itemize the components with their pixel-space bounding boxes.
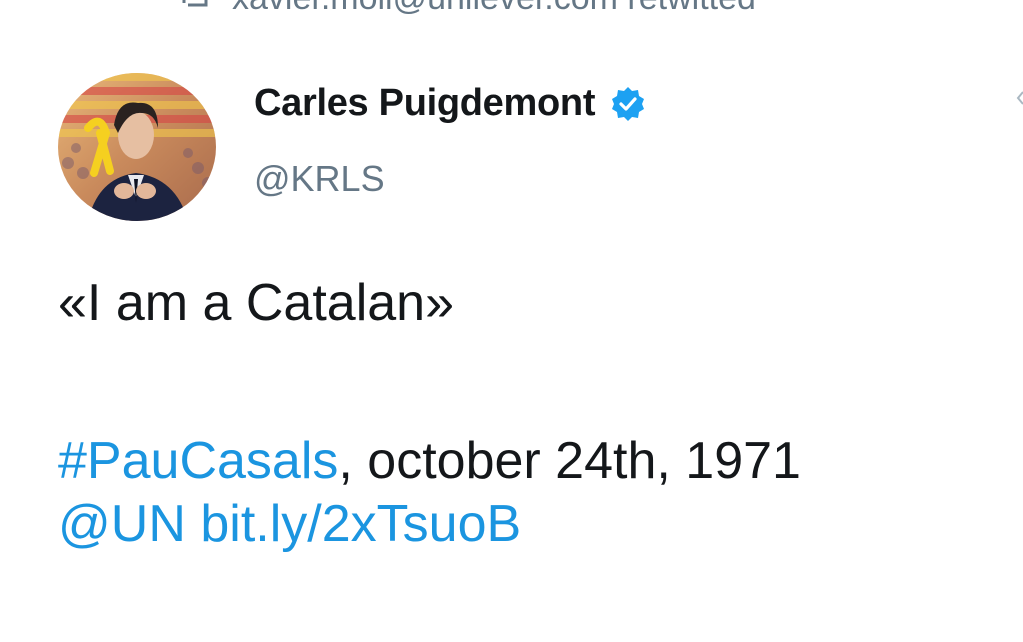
tweet-line-hashtag: #PauCasals, october 24th, 1971: [58, 430, 1008, 492]
retweet-icon: [180, 0, 210, 13]
verified-badge-icon: [609, 85, 647, 123]
hashtag-link[interactable]: #PauCasals: [58, 432, 338, 490]
tweet-view: xavier.moll@unilever.com retwitted: [0, 0, 1023, 642]
tweet-text: «I am a Catalan» #PauCasals, october 24t…: [58, 272, 1008, 555]
tweet-date-text: , october 24th, 1971: [338, 432, 801, 491]
url-link[interactable]: bit.ly/2xTsuoB: [200, 495, 521, 553]
author-handle[interactable]: @KRLS: [254, 158, 385, 200]
retweet-context[interactable]: xavier.moll@unilever.com retwitted: [180, 0, 756, 18]
retweet-text: xavier.moll@unilever.com retwitted: [232, 0, 756, 18]
chevron-down-icon[interactable]: [1015, 90, 1023, 106]
tweet-quote: «I am a Catalan»: [58, 274, 455, 332]
display-name[interactable]: Carles Puigdemont: [254, 82, 595, 125]
tweet-line-links: @UN bit.ly/2xTsuoB: [58, 493, 1008, 555]
mention-link[interactable]: @UN: [58, 495, 186, 553]
avatar[interactable]: [58, 73, 216, 221]
author-row[interactable]: Carles Puigdemont: [254, 82, 647, 125]
